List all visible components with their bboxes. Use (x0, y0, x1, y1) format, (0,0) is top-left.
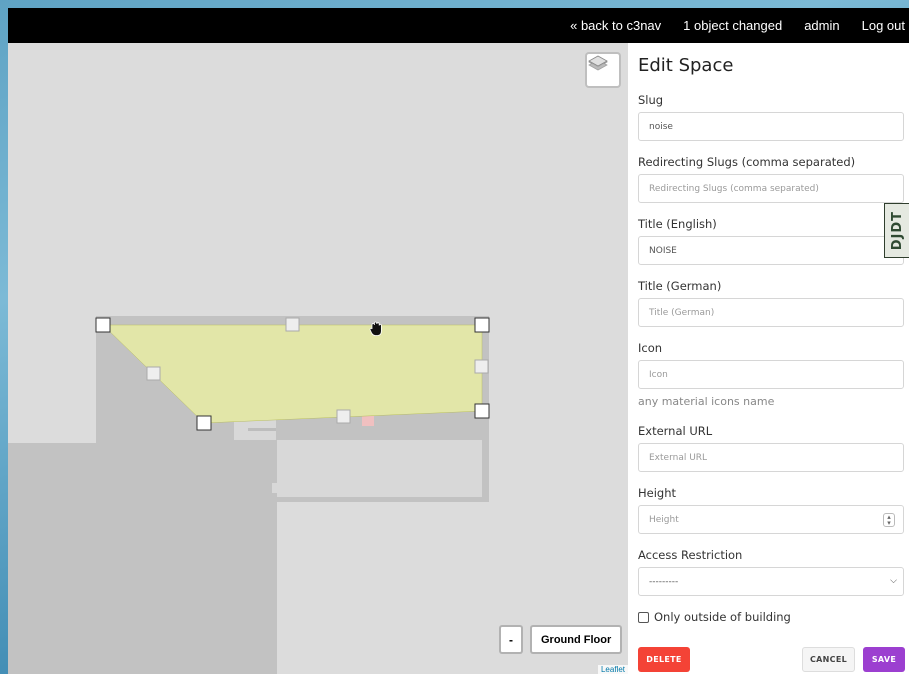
highlight-marker (362, 415, 374, 426)
redirect-label: Redirecting Slugs (comma separated) (638, 155, 856, 169)
access-selected-value: --------- (649, 576, 679, 587)
delete-button[interactable]: DELETE (638, 647, 690, 672)
midpoint-handle[interactable] (146, 366, 161, 381)
access-label: Access Restriction (638, 548, 743, 562)
page-title: Edit Space (638, 55, 734, 76)
floor-control: - Ground Floor (499, 625, 623, 654)
redirect-input[interactable]: Redirecting Slugs (comma separated) (638, 174, 904, 203)
url-label: External URL (638, 424, 713, 438)
debug-toolbar-label: DJDT (889, 210, 905, 251)
midpoint-handle[interactable] (285, 317, 300, 332)
map-canvas[interactable] (8, 43, 628, 674)
midpoint-handle[interactable] (336, 409, 351, 424)
outside-checkbox-row[interactable]: Only outside of building (638, 610, 791, 624)
vertex-handle[interactable] (474, 317, 490, 333)
vertex-handle[interactable] (95, 317, 111, 333)
layers-button[interactable] (585, 52, 621, 88)
icon-label: Icon (638, 341, 663, 355)
save-button[interactable]: SAVE (863, 647, 905, 672)
building-area (73, 479, 277, 674)
room (277, 440, 482, 497)
icon-input[interactable]: Icon (638, 360, 904, 389)
cancel-button[interactable]: CANCEL (802, 647, 855, 672)
height-input[interactable]: Height ▴ ▾ (638, 505, 904, 534)
user-link[interactable]: admin (804, 18, 839, 33)
midpoint-handle[interactable] (474, 359, 489, 374)
outside-checkbox[interactable] (638, 611, 649, 623)
vertex-handle[interactable] (196, 415, 212, 431)
back-link[interactable]: « back to c3nav (570, 18, 661, 33)
access-select[interactable]: --------- ⌵ (638, 567, 904, 596)
height-label: Height (638, 486, 677, 500)
logout-link[interactable]: Log out (862, 18, 905, 33)
edit-sidebar: Edit Space Slug noise Redirecting Slugs … (628, 43, 909, 674)
room (272, 483, 282, 493)
top-bar: « back to c3nav 1 object changed admin L… (8, 8, 909, 43)
floor-selector[interactable]: Ground Floor (530, 625, 623, 654)
top-nav: « back to c3nav 1 object changed admin L… (570, 8, 909, 43)
icon-help-text: any material icons name (638, 395, 775, 408)
title-de-input[interactable]: Title (German) (638, 298, 904, 327)
stepper-icon[interactable]: ▴ ▾ (883, 513, 895, 527)
floor-down-button[interactable]: - (499, 625, 523, 654)
wall (248, 428, 276, 431)
building-area (8, 443, 73, 479)
layers-icon (588, 55, 608, 71)
outside-label: Only outside of building (654, 610, 791, 624)
title-en-input[interactable]: NOISE (638, 236, 904, 265)
url-input[interactable]: External URL (638, 443, 904, 472)
title-en-label: Title (English) (638, 217, 717, 231)
slug-label: Slug (638, 93, 664, 107)
map-attribution[interactable]: Leaflet (597, 665, 628, 674)
changes-link[interactable]: 1 object changed (683, 18, 782, 33)
title-de-label: Title (German) (638, 279, 722, 293)
map-view[interactable]: - Ground Floor Leaflet (8, 43, 628, 674)
height-placeholder: Height (649, 514, 679, 525)
slug-input[interactable]: noise (638, 112, 904, 141)
vertex-handle[interactable] (474, 403, 490, 419)
debug-toolbar-toggle[interactable]: DJDT (884, 203, 909, 258)
chevron-down-icon: ⌵ (890, 576, 897, 586)
editor-window: « back to c3nav 1 object changed admin L… (8, 8, 909, 674)
